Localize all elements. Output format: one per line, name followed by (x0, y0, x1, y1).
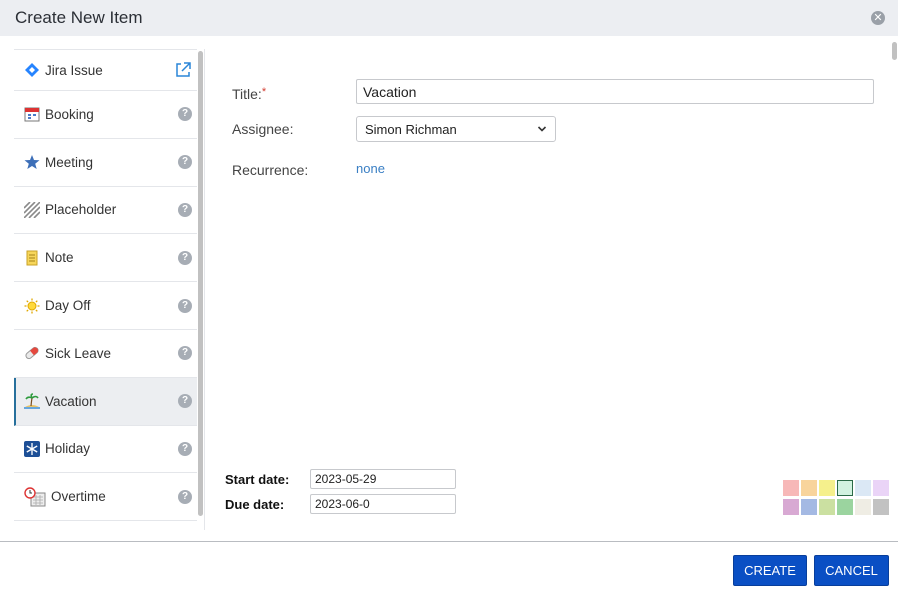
sidebar-item-placeholder[interactable]: Placeholder ? (14, 186, 197, 235)
title-label: Title:* (232, 86, 266, 102)
sidebar-item-label: Booking (45, 106, 94, 122)
island-icon (24, 393, 40, 409)
sidebar-item-label: Jira Issue (45, 62, 103, 78)
dialog-header: Create New Item ✕ (0, 0, 898, 36)
sidebar-item-sick-leave[interactable]: Sick Leave ? (14, 329, 197, 378)
color-swatch[interactable] (837, 499, 853, 515)
color-swatch[interactable] (837, 480, 853, 496)
recurrence-link[interactable]: none (356, 161, 385, 176)
star-icon (24, 154, 40, 170)
color-swatch[interactable] (783, 480, 799, 496)
sidebar-item-label: Note (45, 250, 74, 266)
sidebar-item-label: Overtime (51, 489, 106, 505)
close-icon[interactable]: ✕ (871, 11, 885, 25)
sidebar-item-holiday[interactable]: Holiday ? (14, 425, 197, 474)
jira-diamond-icon (24, 62, 40, 78)
external-link-icon[interactable] (175, 62, 191, 78)
sidebar-item-note[interactable]: Note ? (14, 234, 197, 283)
recurrence-label: Recurrence: (232, 162, 309, 178)
sidebar-item-booking[interactable]: Booking ? (14, 91, 197, 139)
color-swatch[interactable] (873, 499, 889, 515)
pill-icon (24, 345, 40, 361)
help-icon[interactable]: ? (178, 250, 192, 265)
start-date-label: Start date: (225, 472, 290, 487)
create-button[interactable]: CREATE (733, 555, 807, 586)
sidebar-item-overtime[interactable]: Overtime ? (14, 473, 197, 522)
assignee-select[interactable]: Simon Richman (356, 116, 556, 142)
assignee-value: Simon Richman (365, 121, 457, 137)
sidebar-item-label: Meeting (45, 154, 94, 170)
help-icon[interactable]: ? (178, 202, 192, 217)
color-swatch[interactable] (855, 480, 871, 496)
help-icon[interactable]: ? (178, 394, 192, 409)
item-type-list: Jira Issue Booking ? Meeting ? Placehold… (14, 49, 197, 529)
cancel-button[interactable]: CANCEL (814, 555, 889, 586)
color-swatch[interactable] (801, 480, 817, 496)
color-swatch[interactable] (801, 499, 817, 515)
main-scrollbar[interactable] (892, 42, 897, 60)
title-input[interactable] (356, 79, 874, 104)
note-icon (24, 250, 40, 266)
dialog-title: Create New Item (15, 8, 143, 27)
sidebar-item-meeting[interactable]: Meeting ? (14, 138, 197, 187)
striped-placeholder-icon (24, 201, 40, 218)
color-swatch[interactable] (855, 499, 871, 515)
sidebar-item-label: Holiday (45, 441, 91, 457)
sidebar-scrollbar[interactable] (198, 51, 203, 516)
sidebar-item-label: Vacation (45, 393, 97, 409)
sidebar-item-vacation[interactable]: Vacation ? (14, 377, 197, 426)
assignee-label: Assignee: (232, 121, 294, 137)
help-icon[interactable]: ? (178, 441, 192, 456)
due-date-input[interactable] (310, 494, 456, 514)
snowflake-icon (24, 440, 40, 457)
color-swatch[interactable] (819, 480, 835, 496)
calendar-booking-icon (24, 106, 40, 122)
footer-divider (0, 541, 898, 542)
clock-calendar-icon (24, 487, 46, 507)
sidebar-item-jira-issue[interactable]: Jira Issue (14, 49, 197, 91)
sidebar-item-label: Day Off (45, 298, 91, 314)
help-icon[interactable]: ? (178, 489, 192, 504)
help-icon[interactable]: ? (178, 346, 192, 361)
sidebar-item-label: Placeholder (45, 202, 117, 218)
color-swatch[interactable] (819, 499, 835, 515)
required-marker: * (261, 86, 267, 98)
chevron-down-icon (537, 126, 547, 132)
sidebar-item-label: Sick Leave (45, 345, 112, 361)
color-palette (783, 480, 891, 518)
due-date-label: Due date: (225, 497, 285, 512)
color-swatch[interactable] (873, 480, 889, 496)
color-swatch[interactable] (783, 499, 799, 515)
start-date-input[interactable] (310, 469, 456, 489)
sidebar-item-day-off[interactable]: Day Off ? (14, 282, 197, 330)
title-label-text: Title: (232, 86, 262, 102)
help-icon[interactable]: ? (178, 298, 192, 313)
sun-icon (24, 298, 40, 314)
help-icon[interactable]: ? (178, 107, 192, 122)
help-icon[interactable]: ? (178, 155, 192, 170)
sidebar-divider (204, 49, 205, 530)
